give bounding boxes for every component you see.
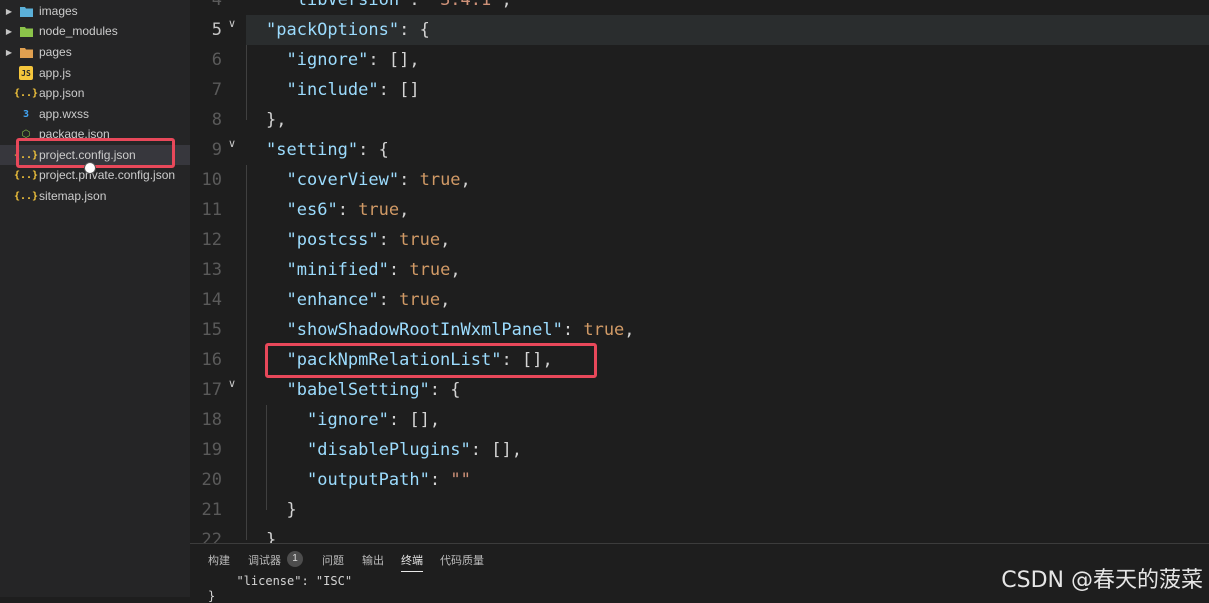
line-number: 21 bbox=[201, 500, 222, 520]
code-line[interactable]: "enhance": true, bbox=[287, 290, 451, 310]
line-number: 4 bbox=[211, 0, 222, 10]
watermark: CSDN @春天的菠菜 bbox=[1001, 568, 1203, 593]
sidebar-item-pages[interactable]: ▶ pages bbox=[0, 42, 190, 62]
line-number: 7 bbox=[211, 80, 222, 100]
code-line[interactable]: "disablePlugins": [], bbox=[307, 440, 522, 460]
sidebar-item-images[interactable]: ▶ images bbox=[0, 1, 190, 21]
terminal-line: } bbox=[208, 589, 216, 603]
line-number: 17 bbox=[201, 380, 222, 400]
chevron-right-icon[interactable]: ▶ bbox=[4, 48, 14, 57]
line-number: 6 bbox=[211, 50, 222, 70]
json-file-icon: {..} bbox=[13, 190, 39, 202]
tab-problems[interactable]: 问题 bbox=[322, 552, 344, 568]
code-line[interactable]: } bbox=[287, 500, 297, 520]
json-file-icon: {..} bbox=[13, 169, 39, 181]
line-number: 18 bbox=[201, 410, 222, 430]
folder-pages-icon bbox=[19, 45, 33, 59]
sidebar-item-label: project.private.config.json bbox=[39, 168, 176, 182]
sidebar-item-label: app.js bbox=[39, 66, 72, 80]
tab-output[interactable]: 输出 bbox=[362, 552, 384, 568]
code-line[interactable]: "libVersion": "3.4.1", bbox=[287, 0, 512, 10]
annotation-highlight-box bbox=[16, 138, 175, 168]
line-number: 11 bbox=[201, 200, 222, 220]
line-number: 10 bbox=[201, 170, 222, 190]
sidebar-item-label: sitemap.json bbox=[39, 189, 107, 203]
line-number: 9 bbox=[211, 140, 222, 160]
annotation-highlight-box bbox=[265, 343, 597, 378]
code-line[interactable]: "setting": { bbox=[266, 140, 389, 160]
code-line[interactable]: "coverView": true, bbox=[287, 170, 471, 190]
line-number: 22 bbox=[201, 530, 222, 543]
line-number: 16 bbox=[201, 350, 222, 370]
fold-chevron-icon[interactable]: ∨ bbox=[228, 17, 236, 30]
json-file-icon: {..} bbox=[13, 87, 39, 99]
line-number: 13 bbox=[201, 260, 222, 280]
chevron-right-icon[interactable]: ▶ bbox=[4, 27, 14, 36]
code-line[interactable]: "postcss": true, bbox=[287, 230, 451, 250]
indent-guide bbox=[246, 165, 247, 540]
line-number: 12 bbox=[201, 230, 222, 250]
css-file-icon: 3 bbox=[22, 108, 30, 120]
code-line[interactable]: "es6": true, bbox=[287, 200, 410, 220]
code-line[interactable]: "ignore": [], bbox=[307, 410, 440, 430]
fold-chevron-icon[interactable]: ∨ bbox=[228, 377, 236, 390]
sidebar-item-sitemap-json[interactable]: {..} sitemap.json bbox=[0, 186, 190, 206]
code-line[interactable]: "ignore": [], bbox=[287, 50, 420, 70]
line-number: 19 bbox=[201, 440, 222, 460]
debugger-badge: 1 bbox=[287, 551, 303, 567]
line-number: 20 bbox=[201, 470, 222, 490]
tab-terminal[interactable]: 终端 bbox=[401, 552, 423, 572]
code-line[interactable]: } bbox=[266, 530, 276, 543]
sidebar-item-label: app.wxss bbox=[39, 107, 90, 121]
code-line[interactable]: "include": [] bbox=[287, 80, 420, 100]
code-editor[interactable]: 4 "libVersion": "3.4.1", 5 ∨ "packOptions": … bbox=[190, 0, 1209, 543]
folder-node-icon bbox=[19, 24, 33, 38]
code-line[interactable]: "outputPath": "" bbox=[307, 470, 471, 490]
js-file-icon: JS bbox=[19, 66, 33, 80]
sidebar-item-app-js[interactable]: JS app.js bbox=[0, 63, 190, 83]
mouse-cursor-icon bbox=[84, 162, 96, 174]
code-line[interactable]: "packOptions": { bbox=[266, 20, 430, 40]
tab-debugger[interactable]: 调试器 bbox=[248, 552, 281, 568]
line-number: 15 bbox=[201, 320, 222, 340]
line-number: 14 bbox=[201, 290, 222, 310]
sidebar-item-label: app.json bbox=[39, 86, 85, 100]
tab-code-quality[interactable]: 代码质量 bbox=[440, 552, 484, 568]
indent-guide bbox=[266, 405, 267, 510]
code-line[interactable]: "showShadowRootInWxmlPanel": true, bbox=[287, 320, 635, 340]
code-line[interactable]: }, bbox=[266, 110, 287, 130]
code-line[interactable]: "babelSetting": { bbox=[287, 380, 461, 400]
code-line[interactable]: "minified": true, bbox=[287, 260, 461, 280]
sidebar-item-label: pages bbox=[39, 45, 72, 59]
sidebar-item-app-wxss[interactable]: 3 app.wxss bbox=[0, 104, 190, 124]
sidebar-item-label: images bbox=[39, 4, 78, 18]
indent-guide bbox=[246, 45, 247, 120]
folder-images-icon bbox=[19, 4, 33, 18]
line-number: 5 bbox=[211, 20, 222, 40]
fold-chevron-icon[interactable]: ∨ bbox=[228, 137, 236, 150]
line-number: 8 bbox=[211, 110, 222, 130]
terminal-line: "license": "ISC" bbox=[222, 574, 353, 588]
file-explorer: ▶ images ▶ node_modules ▶ pages JS app.js {..} ap… bbox=[0, 0, 190, 597]
sidebar-item-app-json[interactable]: {..} app.json bbox=[0, 83, 190, 103]
sidebar-item-label: node_modules bbox=[39, 24, 118, 38]
tab-build[interactable]: 构建 bbox=[208, 552, 230, 568]
sidebar-item-node-modules[interactable]: ▶ node_modules bbox=[0, 21, 190, 41]
chevron-right-icon[interactable]: ▶ bbox=[4, 7, 14, 16]
